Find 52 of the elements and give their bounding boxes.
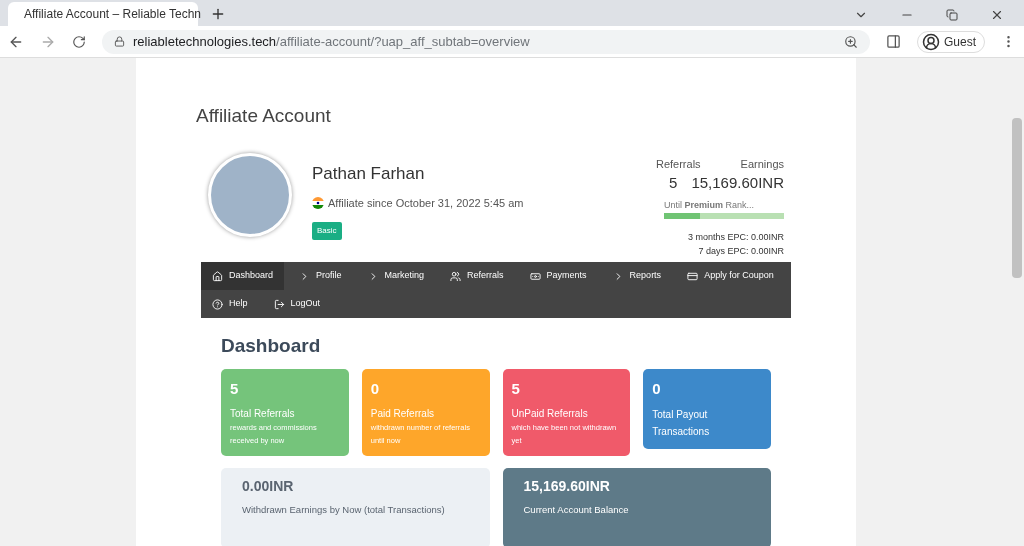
- affiliate-since: Affiliate since October 31, 2022 5:45 am: [328, 196, 524, 211]
- affiliate-name: Pathan Farhan: [312, 162, 426, 185]
- nav-item[interactable]: LogOut: [262, 290, 332, 318]
- epc-7-days: 7 days EPC: 0.00INR: [698, 244, 784, 258]
- earnings-amount: 15,169.60INR: [691, 173, 784, 193]
- stat-title: Total Referrals: [230, 407, 296, 421]
- zoom-icon[interactable]: [844, 34, 858, 49]
- dashboard-heading: Dashboard: [221, 334, 322, 358]
- nav-item[interactable]: Payments: [518, 262, 598, 290]
- close-window-icon[interactable]: [990, 8, 1004, 22]
- lock-icon: [114, 36, 125, 47]
- earnings-label: Earnings: [740, 156, 784, 172]
- flag-icon: [312, 197, 324, 210]
- stat-value: 0: [652, 378, 662, 399]
- total-label: Current Account Balance: [523, 503, 630, 517]
- rank-progress-text: Until Premium Rank...: [664, 198, 756, 212]
- side-panel-icon[interactable]: [886, 34, 901, 49]
- reload-icon[interactable]: [72, 34, 86, 49]
- restore-icon[interactable]: [946, 9, 958, 21]
- page-title: Affiliate Account: [196, 104, 332, 128]
- referrals-label: Referrals: [655, 156, 701, 172]
- url-text: reliabletechnologies.tech/affiliate-account/?uap_aff_subtab=overview: [133, 32, 531, 51]
- nav-item[interactable]: Apply for Coupon: [676, 262, 785, 290]
- stat-value: 5: [511, 378, 521, 399]
- logout-icon: [273, 298, 285, 310]
- epc-3-months: 3 months EPC: 0.00INR: [687, 231, 784, 244]
- stat-value: 5: [230, 378, 240, 399]
- nav-item[interactable]: Referrals: [439, 262, 515, 290]
- stat-title: UnPaid Referrals: [511, 407, 589, 421]
- stat-title: Total Payout Transactions: [652, 408, 711, 439]
- avatar-icon: [922, 32, 940, 51]
- stat-title: Paid Referrals: [370, 407, 436, 421]
- card-icon: [687, 270, 699, 282]
- banknote-icon: [529, 270, 541, 282]
- nav-item[interactable]: Dashboard: [201, 262, 285, 290]
- help-icon: [212, 298, 223, 310]
- tab-title: Affiliate Account – Reliable Techn: [24, 6, 201, 23]
- address-bar[interactable]: reliabletechnologies.tech/affiliate-account/?uap_aff_subtab=overview: [102, 29, 870, 54]
- total-label: Withdrawn Earnings by Now (total Transactions): [242, 503, 446, 517]
- home-icon: [212, 270, 223, 282]
- users-icon: [450, 270, 462, 282]
- nav-item[interactable]: Profile: [288, 262, 353, 290]
- rank-badge: Basic: [312, 221, 342, 240]
- stat-value: 0: [370, 378, 381, 399]
- referrals-count: 5: [669, 173, 678, 193]
- total-value: 15,169.60INR: [523, 477, 611, 496]
- browser-tab[interactable]: Affiliate Account – Reliable Techn: [8, 2, 198, 26]
- nav-item[interactable]: Help: [201, 290, 259, 318]
- total-value: 0.00INR: [242, 477, 295, 496]
- new-tab-icon[interactable]: [210, 6, 226, 22]
- nav-item[interactable]: Reports: [601, 262, 673, 290]
- nav-item[interactable]: Marketing: [356, 262, 436, 290]
